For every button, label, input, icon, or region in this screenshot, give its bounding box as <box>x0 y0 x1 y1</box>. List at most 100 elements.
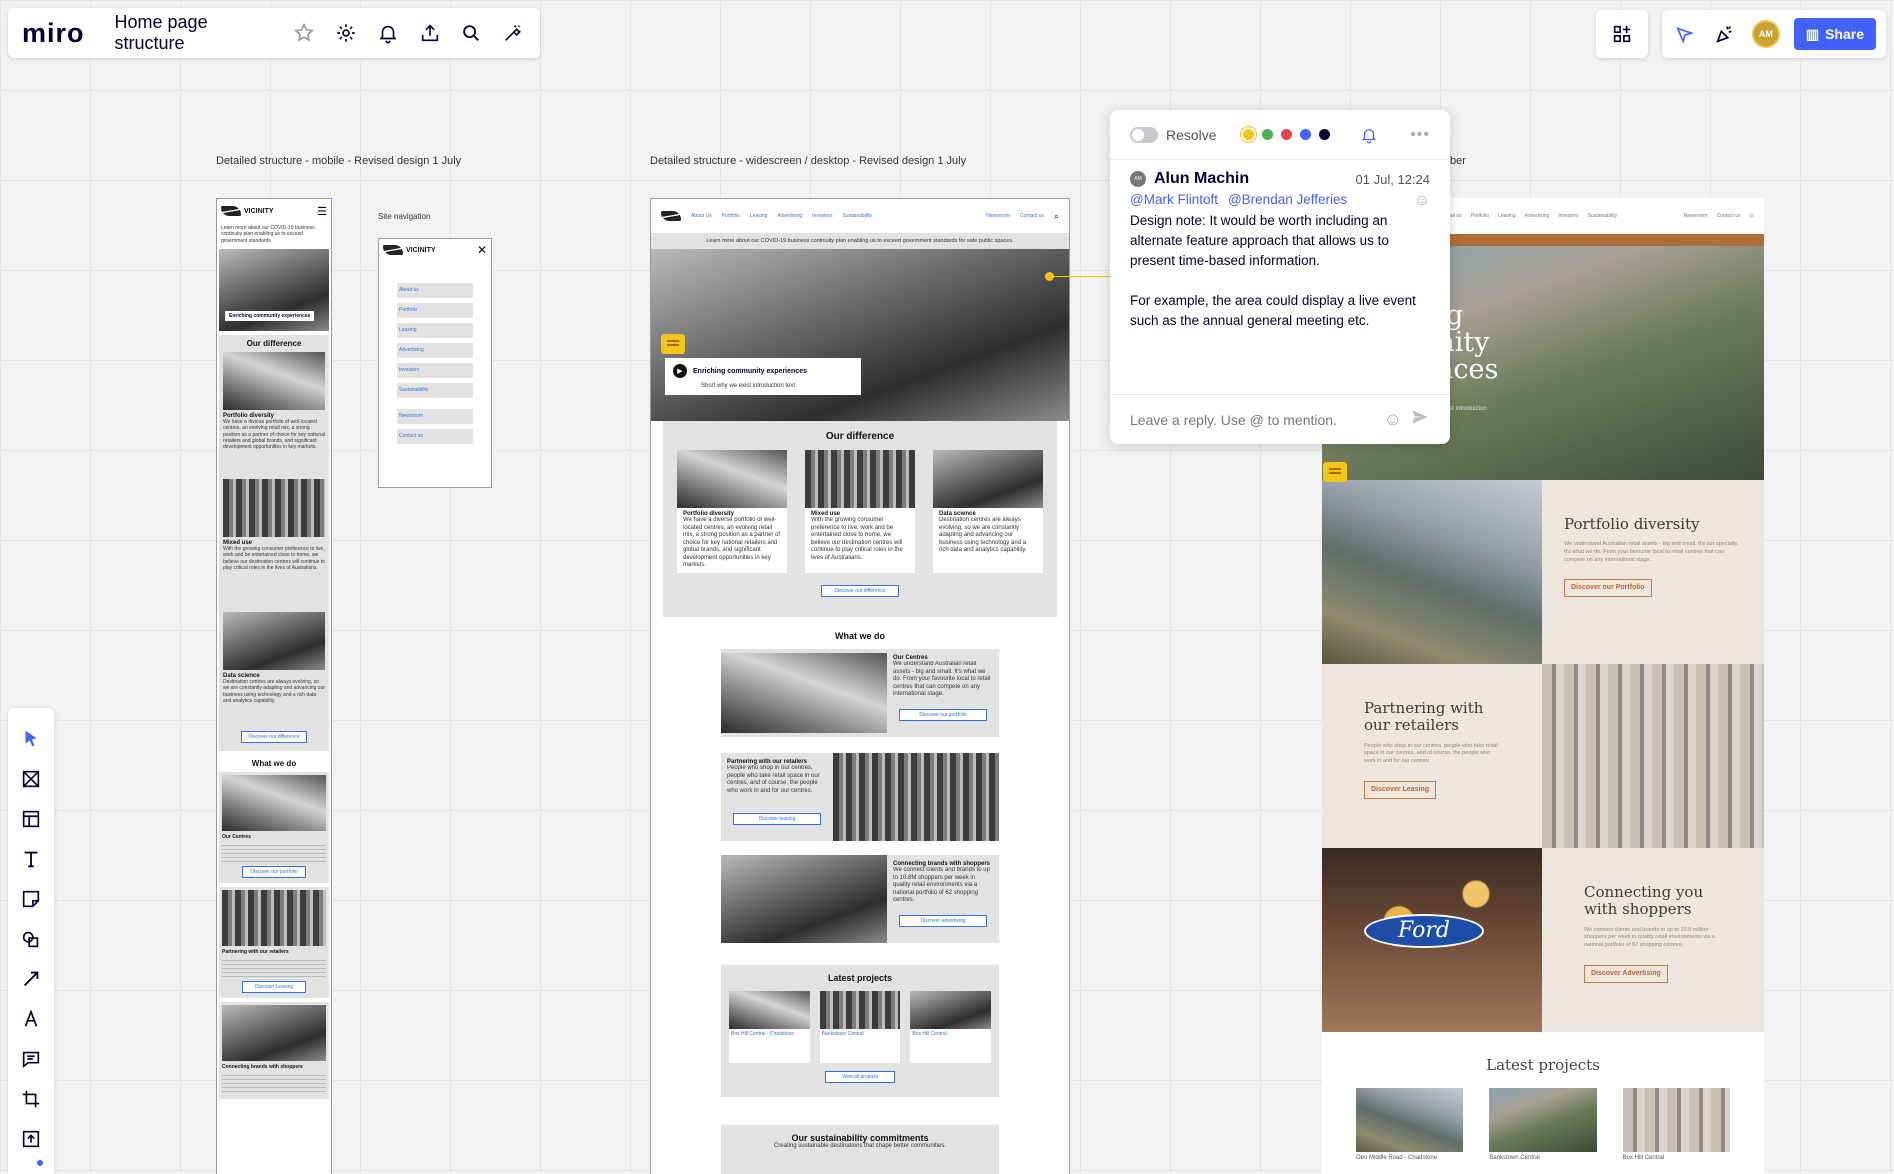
emoji-icon[interactable]: ☺ <box>1384 409 1402 430</box>
comment-marker-icon[interactable] <box>1323 462 1347 482</box>
upload-icon[interactable] <box>417 20 443 46</box>
mobile-wwd-button[interactable]: Discover our portfolio <box>242 866 306 878</box>
presenter-icon[interactable] <box>1672 21 1698 47</box>
design-block-button[interactable]: Discover our Portfolio <box>1564 579 1652 598</box>
hamburger-menu-icon[interactable]: ☰ <box>317 205 327 218</box>
site-nav-item[interactable]: Leasing <box>397 323 473 338</box>
wwd-button[interactable]: Discover advertising <box>899 915 987 927</box>
design-block-button[interactable]: Discover Leasing <box>1364 780 1436 799</box>
frame-tool-icon[interactable] <box>18 766 44 792</box>
celebrate-icon[interactable] <box>1712 21 1738 47</box>
reply-input[interactable]: Leave a reply. Use @ to mention. <box>1130 412 1376 428</box>
mobile-discover-difference-button[interactable]: Discover our difference <box>241 731 307 743</box>
site-nav-item[interactable]: Portfolio <box>397 303 473 318</box>
site-nav-wireframe[interactable]: VICINITY ✕ About us Portfolio Leasing Ad… <box>378 238 492 488</box>
site-nav-item[interactable]: Investors <box>397 363 473 378</box>
comment-tool-icon[interactable] <box>18 1046 44 1072</box>
play-icon[interactable]: ▶ <box>673 364 687 378</box>
desktop-nav-link[interactable]: Portfolio <box>722 213 740 219</box>
search-icon[interactable]: ⌕ <box>1054 211 1059 222</box>
frame-label-site-nav[interactable]: Site navigation <box>378 212 430 221</box>
desktop-hero-card: ▶ Enriching community experiences Short … <box>665 358 861 395</box>
share-button[interactable]: ▥ Share <box>1793 18 1877 50</box>
settings-icon[interactable] <box>333 20 359 46</box>
design-project-card[interactable]: Oeo Middle Road - Chadstone <box>1356 1088 1464 1161</box>
crop-tool-icon[interactable] <box>18 1086 44 1112</box>
design-nav-link[interactable]: Sustainability <box>1588 213 1617 219</box>
desktop-discover-difference-button[interactable]: Discover our difference <box>821 585 899 597</box>
close-icon[interactable]: ✕ <box>477 243 487 257</box>
templates-tool-icon[interactable] <box>18 806 44 832</box>
wwd-text: We connect clients and brands to up to 1… <box>893 867 990 903</box>
board-title[interactable]: Home page structure <box>115 12 282 54</box>
design-nav-link[interactable]: Advertising <box>1525 213 1550 219</box>
desktop-nav-link[interactable]: Newsroom <box>986 213 1010 219</box>
star-icon[interactable] <box>291 20 317 46</box>
search-icon[interactable]: ⌕ <box>1750 211 1754 221</box>
project-card[interactable]: Bankstown Central <box>819 991 901 1063</box>
frame-label-color[interactable]: ber <box>1450 155 1466 167</box>
frame-label-desktop[interactable]: Detailed structure - widescreen / deskto… <box>650 155 966 167</box>
design-nav-link[interactable]: Contact us <box>1717 213 1741 219</box>
color-swatch-green[interactable] <box>1261 129 1273 140</box>
desktop-nav-link[interactable]: Investors <box>812 213 832 219</box>
site-nav-item[interactable]: Advertising <box>397 343 473 358</box>
color-swatch-blue[interactable] <box>1299 129 1311 140</box>
color-swatch-red[interactable] <box>1280 129 1292 140</box>
desktop-nav-link[interactable]: Contact us <box>1020 213 1044 219</box>
project-card[interactable]: Box Hill Central - Chadstone <box>729 991 810 1063</box>
design-nav-link[interactable]: Portfolio <box>1471 213 1489 219</box>
mention-link[interactable]: @Brendan Jefferies <box>1228 192 1347 210</box>
design-project-card[interactable]: Box Hill Central <box>1622 1088 1730 1161</box>
mobile-what-we-do-heading: What we do <box>251 759 297 768</box>
mobile-wwd-button[interactable]: Discover Leasing <box>242 981 306 993</box>
pen-tool-icon[interactable] <box>18 1006 44 1032</box>
desktop-nav-link[interactable]: Leasing <box>750 213 768 219</box>
site-nav-item[interactable]: About us <box>397 283 473 298</box>
desktop-wireframe[interactable]: About Us Portfolio Leasing Advertising I… <box>650 198 1070 1174</box>
wwd-button[interactable]: Discover our portfolio <box>899 709 987 721</box>
wwd-button[interactable]: Discover leasing <box>733 813 821 825</box>
apps-icon[interactable] <box>1609 21 1635 47</box>
design-nav-link[interactable]: Newsroom <box>1684 213 1708 219</box>
site-nav-item[interactable]: Contact us <box>397 429 473 444</box>
comment-marker-icon[interactable] <box>661 334 685 354</box>
desktop-nav-link[interactable]: About Us <box>691 213 712 219</box>
tools-panel <box>8 708 54 1174</box>
site-nav-item[interactable]: Newsroom <box>397 409 473 424</box>
site-nav-item[interactable]: Sustainability <box>397 383 473 398</box>
send-icon[interactable] <box>1410 407 1430 432</box>
design-nav-link[interactable]: Investors <box>1558 213 1578 219</box>
select-tool-icon[interactable] <box>18 726 44 752</box>
sticky-note-tool-icon[interactable] <box>18 886 44 912</box>
mention-link[interactable]: @Mark Flintoft <box>1130 192 1218 210</box>
resolve-toggle[interactable] <box>1130 126 1158 143</box>
view-all-projects-button[interactable]: View all projects <box>825 1071 895 1083</box>
add-reaction-icon[interactable]: ☺ <box>1414 192 1430 210</box>
color-swatch-black[interactable] <box>1318 129 1330 140</box>
bell-icon[interactable] <box>375 20 401 46</box>
design-nav-link[interactable]: Leasing <box>1498 213 1516 219</box>
shapes-tool-icon[interactable] <box>18 926 44 952</box>
design-project-card[interactable]: Bankstown Central <box>1489 1088 1597 1161</box>
magic-icon[interactable] <box>500 20 526 46</box>
card-text: We have a diverse portfolio of well-loca… <box>683 517 781 568</box>
more-options-icon[interactable]: ••• <box>1410 126 1430 144</box>
upload-tool-icon[interactable] <box>18 1126 44 1152</box>
text-tool-icon[interactable] <box>18 846 44 872</box>
design-block-button[interactable]: Discover Advertising <box>1584 964 1668 983</box>
wwd-text: People who shop in our centres, people w… <box>727 765 820 794</box>
notification-bell-icon[interactable] <box>1356 122 1382 148</box>
mobile-wireframe[interactable]: VICINITY ☰ Learn more about our COVID-19… <box>216 198 332 1174</box>
design-block-image <box>1542 664 1764 848</box>
avatar[interactable]: AM <box>1751 20 1780 48</box>
desktop-nav-link[interactable]: Sustainability <box>842 213 871 219</box>
line-tool-icon[interactable] <box>18 966 44 992</box>
desktop-nav-link[interactable]: Advertising <box>777 213 802 219</box>
search-icon[interactable] <box>458 20 484 46</box>
color-swatch-yellow[interactable] <box>1242 129 1254 140</box>
frame-label-mobile[interactable]: Detailed structure - mobile - Revised de… <box>216 155 461 167</box>
miro-logo[interactable]: miro <box>22 18 85 49</box>
comment-anchor[interactable] <box>1045 272 1054 281</box>
project-card[interactable]: Box Hill Central <box>910 991 992 1063</box>
